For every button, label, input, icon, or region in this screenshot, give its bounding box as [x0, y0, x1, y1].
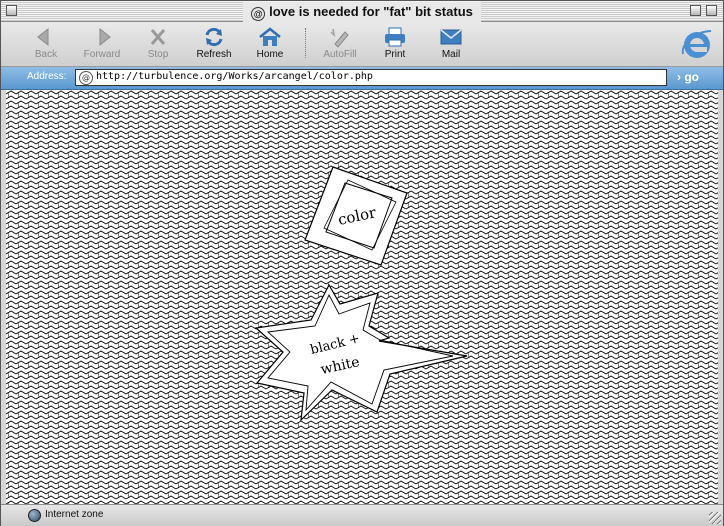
- address-label: Address:: [27, 71, 67, 82]
- forward-label: Forward: [83, 49, 121, 60]
- stop-button[interactable]: Stop: [129, 24, 187, 64]
- mail-button[interactable]: Mail: [422, 24, 480, 64]
- autofill-icon: [330, 28, 349, 48]
- zigzag-background-pattern: [6, 90, 718, 504]
- collapse-box[interactable]: [706, 5, 717, 16]
- browser-window: @ love is needed for "fat" bit status Bac…: [0, 0, 724, 526]
- page-icon: @: [251, 7, 266, 21]
- home-button[interactable]: Home: [241, 24, 299, 64]
- go-arrow-icon: ›: [677, 70, 681, 84]
- toolbar-separator: [305, 28, 306, 58]
- back-label: Back: [34, 49, 58, 60]
- stop-icon: [150, 29, 166, 45]
- printer-icon: [385, 27, 405, 47]
- address-field[interactable]: @ http://turbulence.org/Works/arcangel/c…: [75, 69, 667, 86]
- status-zone-text: Internet zone: [45, 509, 104, 520]
- home-icon: [259, 27, 281, 46]
- status-bar: Internet zone: [1, 504, 723, 526]
- autofill-label: AutoFill: [323, 49, 357, 60]
- print-button[interactable]: Print: [366, 24, 424, 64]
- toolbar: Back Forward Stop Refresh Home AutoFill …: [1, 22, 723, 67]
- page-canvas: color black + white: [6, 90, 718, 504]
- resize-grip-icon[interactable]: [709, 512, 721, 524]
- go-label: go: [684, 70, 700, 84]
- title-bar[interactable]: @ love is needed for "fat" bit status: [1, 1, 723, 22]
- mail-label: Mail: [441, 49, 461, 60]
- window-title-text: love is needed for "fat" bit status: [269, 4, 473, 19]
- globe-icon: [28, 509, 41, 522]
- forward-button[interactable]: Forward: [73, 24, 131, 64]
- home-label: Home: [256, 49, 284, 60]
- autofill-button[interactable]: AutoFill: [311, 24, 369, 64]
- url-page-icon: @: [79, 71, 93, 85]
- print-label: Print: [384, 49, 406, 60]
- go-button[interactable]: › go: [677, 69, 713, 86]
- zoom-box[interactable]: [690, 5, 701, 16]
- window-title: @ love is needed for "fat" bit status: [243, 2, 481, 22]
- page-content: color black + white: [6, 90, 718, 504]
- address-bar: Address: @ http://turbulence.org/Works/a…: [1, 67, 723, 90]
- internet-explorer-logo-icon: [681, 30, 712, 58]
- back-arrow-icon: [37, 27, 49, 47]
- refresh-button[interactable]: Refresh: [185, 24, 243, 64]
- back-button[interactable]: Back: [17, 24, 75, 64]
- stop-label: Stop: [147, 49, 169, 60]
- refresh-label: Refresh: [196, 49, 232, 60]
- title-wrap: @ love is needed for "fat" bit status: [1, 1, 723, 22]
- mail-icon: [440, 29, 462, 45]
- address-url[interactable]: http://turbulence.org/Works/arcangel/col…: [96, 71, 373, 82]
- refresh-icon: [205, 27, 223, 47]
- forward-arrow-icon: [99, 27, 111, 47]
